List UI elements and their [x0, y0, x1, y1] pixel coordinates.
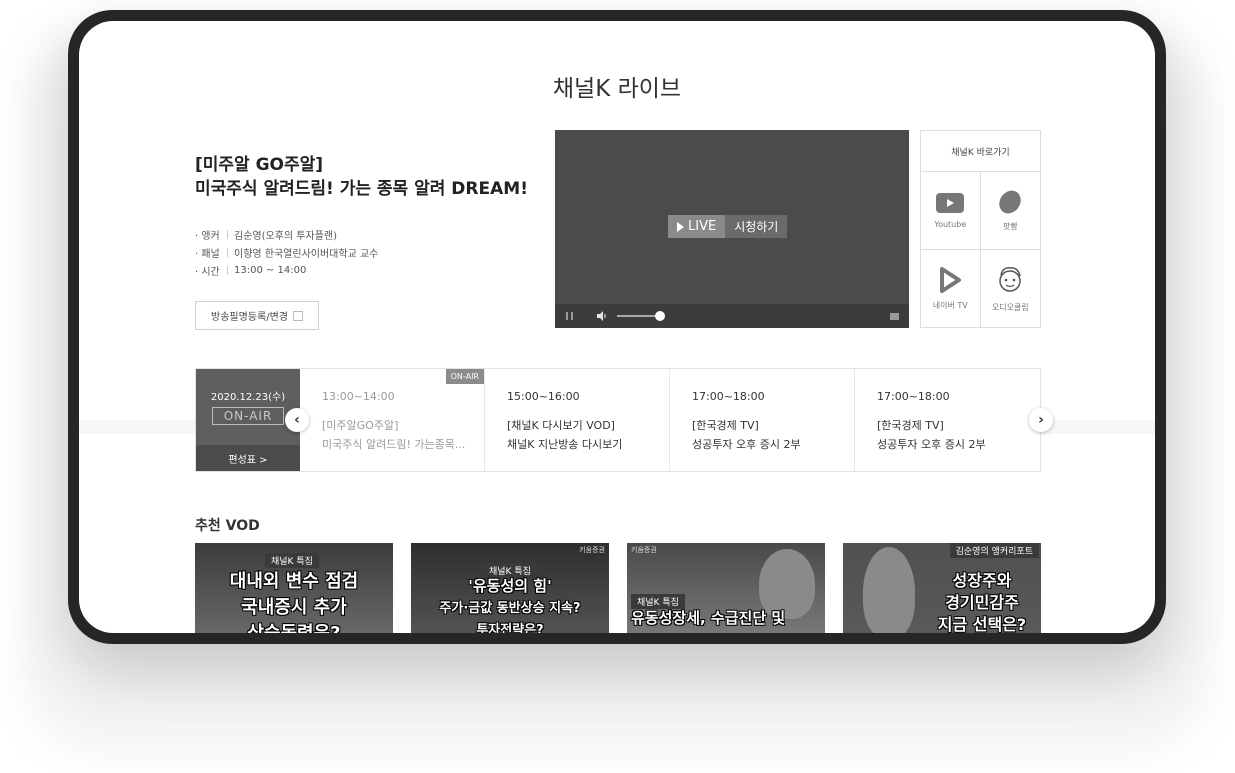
volume-slider-handle[interactable]	[655, 311, 665, 321]
slot-description: 성공투자 오후 증시 2부	[877, 438, 986, 451]
time-row: · 시간 13:00 ~ 14:00	[195, 261, 535, 279]
vod-headline: 지금 선택은?	[937, 615, 1027, 633]
vod-headline: 국내증시 추가	[241, 597, 347, 618]
vod-list: 채널K 특집 대내외 변수 점검 국내증시 추가 상승동력은? 키움증권 채널K…	[195, 543, 1041, 633]
play-icon	[677, 221, 684, 232]
slot-description: 성공투자 오후 증시 2부	[692, 438, 801, 451]
chevron-right-icon[interactable]: ›	[1029, 408, 1053, 432]
slot-time: 13:00~14:00	[322, 390, 395, 403]
vod-headline: 유동성장세, 수급진단 및	[631, 609, 786, 627]
naver-tv-icon	[940, 267, 962, 293]
slot-channel: [한국경제 TV]	[692, 419, 759, 432]
volume-icon[interactable]	[597, 311, 607, 321]
pause-icon[interactable]	[566, 312, 574, 320]
player-controls	[555, 304, 909, 328]
live-label: LIVE	[688, 219, 717, 234]
vod-headline: 주가·금값 동반상승 지속?	[439, 601, 581, 616]
vod-headline: '유동성의 힘'	[468, 577, 552, 595]
vod-logo: 키움증권	[579, 546, 605, 554]
shortcut-grid: Youtube 팟빵 네이버 TV 오디오클립	[921, 172, 1040, 328]
vod-section-title: 추천 VOD	[195, 518, 260, 534]
podbbang-icon	[999, 190, 1021, 213]
schedule-date: 2020.12.23(수)	[210, 392, 286, 403]
vod-card[interactable]: 김순영의 앵커리포트 성장주와 경기민감주 지금 선택은?	[843, 543, 1041, 633]
divider	[227, 265, 228, 275]
video-player[interactable]: LIVE 시청하기	[555, 130, 909, 328]
vod-card[interactable]: 키움증권 채널K 특집 유동성장세, 수급진단 및	[627, 543, 825, 633]
divider	[227, 229, 228, 239]
slot-channel: [한국경제 TV]	[877, 419, 944, 432]
program-info: [미주알 GO주알] 미국주식 알려드림! 가는 종목 알려 DREAM! · …	[195, 153, 535, 330]
schedule-slot[interactable]: 17:00~18:00 [한국경제 TV] 성공투자 오후 증시 2부	[855, 369, 1040, 471]
vod-headline: 성장주와	[952, 571, 1012, 590]
time-value: 13:00 ~ 14:00	[234, 264, 307, 276]
vod-headline: 대내외 변수 점검	[229, 571, 359, 592]
slot-time: 17:00~18:00	[692, 390, 765, 403]
schedule-slot[interactable]: 17:00~18:00 [한국경제 TV] 성공투자 오후 증시 2부	[670, 369, 855, 471]
shortcuts-title: 채널K 바로가기	[921, 131, 1040, 172]
edit-box-icon	[292, 310, 303, 321]
shortcut-youtube[interactable]: Youtube	[921, 172, 981, 250]
anchor-value: 김순영(오후의 투자플랜)	[234, 230, 337, 242]
program-details: · 앵커 김순영(오후의 투자플랜) · 패널 이향영 한국열린사이버대학교 교…	[195, 225, 535, 279]
vod-card[interactable]: 채널K 특집 대내외 변수 점검 국내증시 추가 상승동력은?	[195, 543, 393, 633]
broadcast-schedule: 2020.12.23(수) ON-AIR 편성표 > ON-AIR 13:00~…	[195, 368, 1041, 472]
schedule-slot-current[interactable]: ON-AIR 13:00~14:00 [미주알GO주알] 미국주식 알려드림! …	[300, 369, 485, 471]
panel-row: · 패널 이향영 한국열린사이버대학교 교수	[195, 243, 535, 261]
vod-tag: 채널K 특집	[265, 553, 319, 568]
slot-channel: [미주알GO주알]	[322, 419, 399, 432]
anchor-row: · 앵커 김순영(오후의 투자플랜)	[195, 225, 535, 243]
schedule-slot[interactable]: 15:00~16:00 [채널K 다시보기 VOD] 채널K 지난방송 다시보기	[485, 369, 670, 471]
anchor-label: · 앵커	[195, 230, 220, 242]
program-bracket-title: [미주알 GO주알]	[195, 155, 324, 175]
youtube-icon	[936, 192, 965, 213]
shortcut-label: 오디오클립	[991, 303, 1029, 312]
vod-card[interactable]: 키움증권 채널K 특집 '유동성의 힘' 주가·금값 동반상승 지속? 투자전략…	[411, 543, 609, 633]
audioclip-icon	[999, 267, 1021, 292]
register-nickname-button[interactable]: 방송필명등록/변경	[195, 301, 319, 330]
watch-label: 시청하기	[725, 215, 788, 238]
shortcut-audioclip[interactable]: 오디오클립	[981, 250, 1041, 328]
shortcut-label: 네이버 TV	[932, 301, 968, 310]
schedule-link[interactable]: 편성표 >	[196, 445, 300, 471]
shortcut-naver-tv[interactable]: 네이버 TV	[921, 250, 981, 328]
onair-tag: ON-AIR	[445, 369, 484, 384]
divider	[227, 247, 228, 257]
shortcut-label: Youtube	[934, 219, 967, 229]
panel-value: 이향영 한국열린사이버대학교 교수	[234, 248, 379, 260]
chevron-left-icon[interactable]: ‹	[285, 408, 309, 432]
slot-time: 17:00~18:00	[877, 390, 950, 403]
screen: 채널K 라이브 [미주알 GO주알] 미국주식 알려드림! 가는 종목 알려 D…	[79, 21, 1155, 633]
register-nickname-label: 방송필명등록/변경	[211, 312, 288, 323]
live-watch-button[interactable]: LIVE 시청하기	[668, 215, 788, 238]
shortcut-podbbang[interactable]: 팟빵	[980, 172, 1040, 250]
vod-headline: 경기민감주	[945, 593, 1019, 612]
onair-badge: ON-AIR	[212, 407, 284, 425]
vod-headline: 상승동력은?	[195, 619, 393, 633]
channel-shortcuts: 채널K 바로가기 Youtube 팟빵 네이버 TV 오디오클립	[920, 130, 1041, 328]
page-title: 채널K 라이브	[552, 76, 682, 102]
vod-tag: 김순영의 앵커리포트	[949, 543, 1039, 558]
shortcut-label: 팟빵	[1002, 221, 1018, 231]
fullscreen-icon[interactable]	[890, 313, 899, 320]
tablet-frame: 채널K 라이브 [미주알 GO주알] 미국주식 알려드림! 가는 종목 알려 D…	[68, 10, 1166, 644]
time-label: · 시간	[195, 266, 220, 278]
volume-track[interactable]	[617, 315, 657, 317]
program-title: 미국주식 알려드림! 가는 종목 알려 DREAM!	[195, 179, 528, 199]
slot-description: 채널K 지난방송 다시보기	[507, 438, 623, 451]
slot-time: 15:00~16:00	[507, 390, 580, 403]
slot-channel: [채널K 다시보기 VOD]	[507, 419, 615, 432]
vod-headline: 투자전략은?	[476, 623, 544, 633]
slot-description: 미국주식 알려드림! 가는종목...	[322, 438, 466, 451]
anchor-image	[863, 547, 915, 633]
live-badge: LIVE	[668, 215, 726, 238]
vod-logo: 키움증권	[631, 546, 657, 554]
panel-label: · 패널	[195, 248, 220, 260]
